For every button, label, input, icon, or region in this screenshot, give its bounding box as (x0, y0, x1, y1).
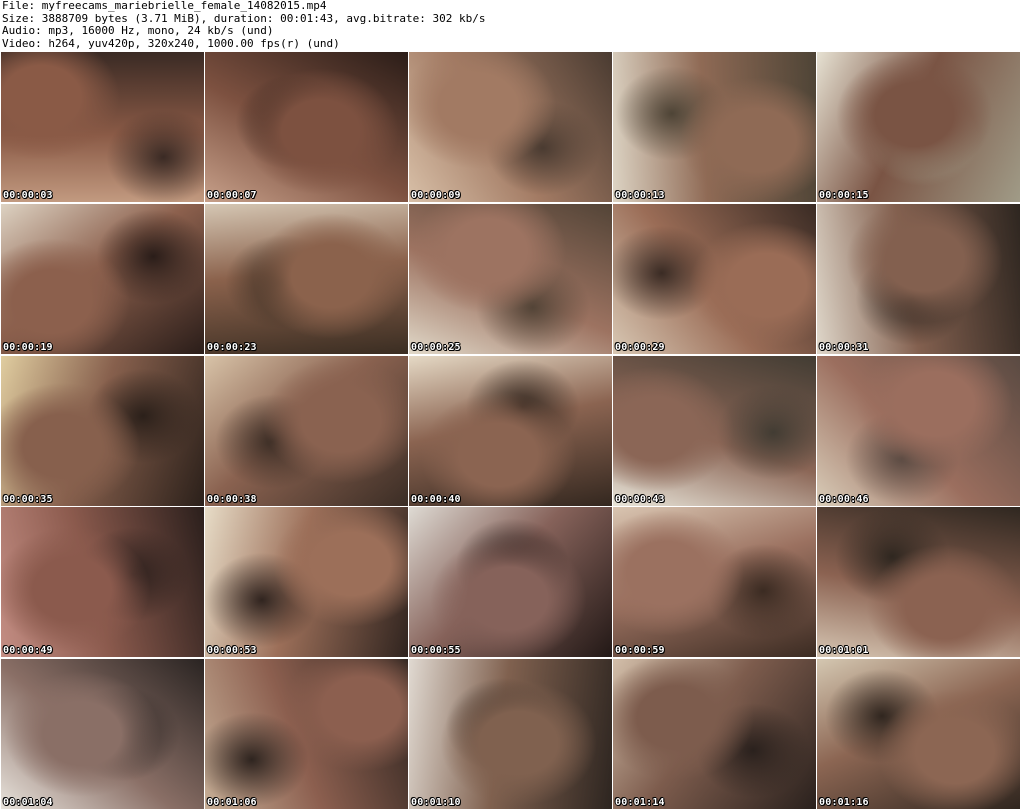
frame-thumbnail: 00:00:29 (613, 203, 816, 354)
frame-image (1, 355, 204, 506)
frame-timestamp: 00:00:23 (207, 341, 257, 353)
frame-timestamp: 00:00:19 (3, 341, 53, 353)
frame-image (409, 659, 612, 809)
frame-image (613, 507, 816, 658)
frame-timestamp: 00:00:40 (411, 493, 461, 505)
frame-timestamp: 00:00:29 (615, 341, 665, 353)
file-info-header: File: myfreecams_mariebrielle_female_140… (2, 0, 1022, 52)
frame-timestamp: 00:00:38 (207, 493, 257, 505)
frame-timestamp: 00:00:25 (411, 341, 461, 353)
frame-timestamp: 00:01:10 (411, 797, 461, 808)
frame-thumbnail: 00:01:16 (817, 659, 1020, 809)
frame-thumbnail: 00:00:40 (409, 355, 612, 506)
frame-thumbnail: 00:00:43 (613, 355, 816, 506)
frame-image (205, 52, 408, 202)
frame-thumbnail: 00:00:35 (1, 355, 204, 506)
frame-thumbnail: 00:00:49 (1, 507, 204, 658)
frame-image (613, 659, 816, 809)
frame-thumbnail: 00:00:55 (409, 507, 612, 658)
frame-timestamp: 00:00:03 (3, 190, 53, 201)
frame-timestamp: 00:00:43 (615, 493, 665, 505)
frame-image (817, 659, 1020, 809)
frame-thumbnail: 00:00:59 (613, 507, 816, 658)
frame-thumbnail: 00:01:06 (205, 659, 408, 809)
frame-timestamp: 00:00:59 (615, 645, 665, 657)
frame-timestamp: 00:00:35 (3, 493, 53, 505)
frame-image (1, 52, 204, 202)
audio-info-line: Audio: mp3, 16000 Hz, mono, 24 kb/s (und… (2, 24, 274, 37)
frame-timestamp: 00:01:06 (207, 797, 257, 808)
frame-thumbnail: 00:00:53 (205, 507, 408, 658)
frame-image (817, 507, 1020, 658)
frame-image (205, 659, 408, 809)
file-name-line: File: myfreecams_mariebrielle_female_140… (2, 0, 327, 12)
frame-image (1, 203, 204, 354)
frame-timestamp: 00:00:31 (819, 341, 869, 353)
frame-image (1, 507, 204, 658)
video-info-line: Video: h264, yuv420p, 320x240, 1000.00 f… (2, 36, 340, 50)
frame-timestamp: 00:01:14 (615, 797, 665, 808)
frame-image (409, 507, 612, 658)
frame-image (613, 355, 816, 506)
frame-timestamp: 00:00:09 (411, 190, 461, 201)
frame-thumbnail: 00:00:19 (1, 203, 204, 354)
frame-image (817, 52, 1020, 202)
frame-image (205, 507, 408, 658)
frame-image (205, 203, 408, 354)
frame-image (817, 203, 1020, 354)
frame-timestamp: 00:00:15 (819, 190, 869, 201)
frame-thumbnail: 00:00:23 (205, 203, 408, 354)
frame-image (817, 355, 1020, 506)
frame-timestamp: 00:00:53 (207, 645, 257, 657)
frame-timestamp: 00:00:13 (615, 190, 665, 201)
frame-thumbnail: 00:00:03 (1, 52, 204, 202)
frame-thumbnail: 00:00:38 (205, 355, 408, 506)
frame-thumbnail: 00:01:10 (409, 659, 612, 809)
frame-thumbnail: 00:00:46 (817, 355, 1020, 506)
frame-image (409, 203, 612, 354)
frame-thumbnail: 00:00:31 (817, 203, 1020, 354)
frame-image (613, 203, 816, 354)
frame-timestamp: 00:00:49 (3, 645, 53, 657)
frame-thumbnail: 00:01:01 (817, 507, 1020, 658)
frame-thumbnail: 00:01:04 (1, 659, 204, 809)
frame-timestamp: 00:00:07 (207, 190, 257, 201)
frame-timestamp: 00:01:04 (3, 797, 53, 808)
frame-image (409, 355, 612, 506)
frame-timestamp: 00:00:55 (411, 645, 461, 657)
frame-timestamp: 00:01:01 (819, 645, 869, 657)
frame-timestamp: 00:00:46 (819, 493, 869, 505)
frame-thumbnail: 00:00:15 (817, 52, 1020, 202)
frame-thumbnail: 00:00:07 (205, 52, 408, 202)
thumbnail-grid: 00:00:03 00:00:07 00:00:09 00:00:13 00:00:15… (1, 52, 1024, 810)
frame-timestamp: 00:01:16 (819, 797, 869, 808)
frame-image (205, 355, 408, 506)
frame-image (613, 52, 816, 202)
frame-image (1, 659, 204, 809)
frame-image (409, 52, 612, 202)
frame-thumbnail: 00:00:09 (409, 52, 612, 202)
frame-thumbnail: 00:00:25 (409, 203, 612, 354)
frame-thumbnail: 00:01:14 (613, 659, 816, 809)
frame-thumbnail: 00:00:13 (613, 52, 816, 202)
